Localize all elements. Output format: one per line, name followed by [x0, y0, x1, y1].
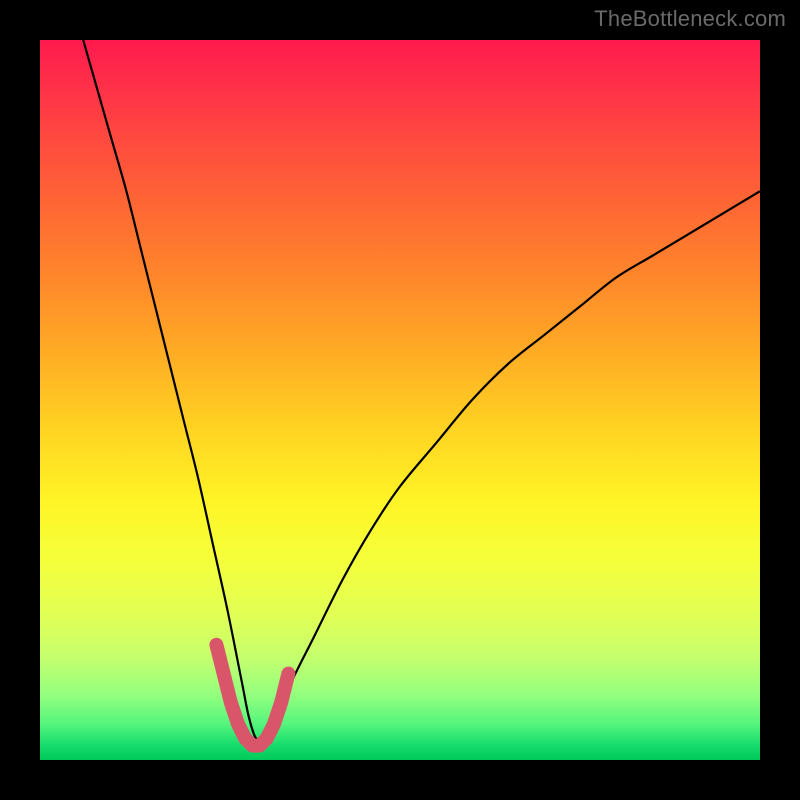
chart-frame: TheBottleneck.com — [0, 0, 800, 800]
plot-area — [40, 40, 760, 760]
watermark-text: TheBottleneck.com — [594, 6, 786, 32]
bottleneck-curve — [83, 40, 760, 741]
curve-layer — [40, 40, 760, 760]
